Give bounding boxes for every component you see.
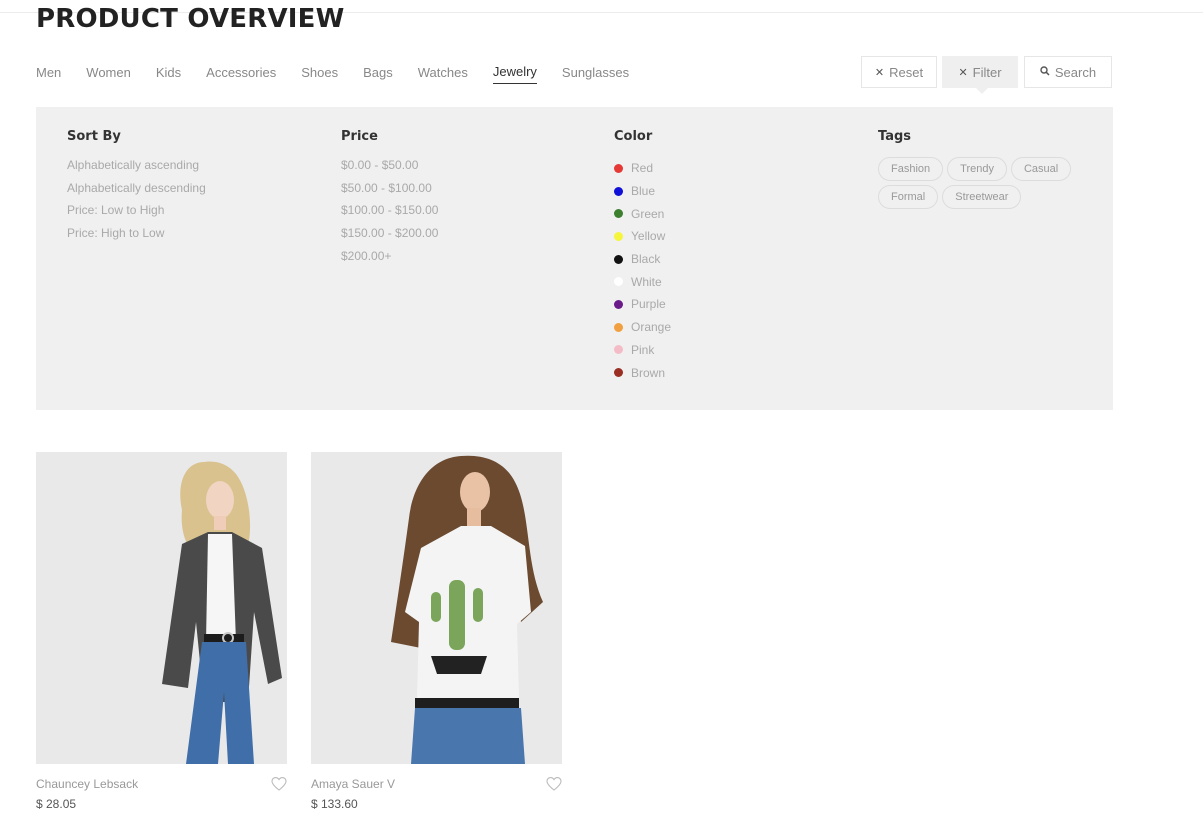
reset-button[interactable]: ✕ Reset — [861, 56, 937, 88]
price-option[interactable]: $100.00 - $150.00 — [341, 202, 438, 225]
color-option-orange[interactable]: Orange — [614, 316, 671, 339]
price-heading: Price — [341, 129, 378, 144]
color-option-black[interactable]: Black — [614, 248, 671, 271]
price-option[interactable]: $50.00 - $100.00 — [341, 180, 438, 203]
color-column: Color Red Blue Green Yellow Black White … — [614, 129, 671, 384]
category-kids[interactable]: Kids — [156, 64, 181, 84]
category-women[interactable]: Women — [86, 64, 131, 84]
color-swatch — [614, 186, 623, 196]
price-option[interactable]: $150.00 - $200.00 — [341, 225, 438, 248]
sort-column: Sort By Alphabetically ascending Alphabe… — [67, 129, 206, 248]
color-label: Blue — [631, 184, 656, 199]
color-label: Pink — [631, 342, 655, 357]
tag-list: Fashion Trendy Casual Formal Streetwear — [878, 157, 1098, 213]
product-price: $ 133.60 — [311, 797, 358, 811]
tag-trendy[interactable]: Trendy — [947, 157, 1007, 181]
color-swatch — [614, 368, 623, 378]
reset-label: Reset — [889, 64, 924, 80]
search-label: Search — [1054, 64, 1097, 80]
sort-option[interactable]: Alphabetically descending — [67, 180, 206, 203]
color-option-blue[interactable]: Blue — [614, 180, 671, 203]
color-label: Purple — [631, 297, 666, 312]
color-label: Yellow — [631, 229, 666, 244]
product-image[interactable] — [36, 452, 287, 764]
color-option-brown[interactable]: Brown — [614, 361, 671, 384]
product-name[interactable]: Amaya Sauer V — [311, 777, 395, 791]
color-label: Red — [631, 161, 654, 176]
sort-option[interactable]: Alphabetically ascending — [67, 157, 206, 180]
color-option-red[interactable]: Red — [614, 157, 671, 180]
color-swatch — [614, 322, 623, 332]
color-swatch — [614, 345, 623, 355]
color-swatch — [614, 299, 623, 309]
category-sunglasses[interactable]: Sunglasses — [562, 64, 629, 84]
heart-icon[interactable] — [546, 776, 562, 792]
color-option-purple[interactable]: Purple — [614, 293, 671, 316]
category-nav: Men Women Kids Accessories Shoes Bags Wa… — [36, 63, 654, 84]
heart-icon[interactable] — [271, 776, 287, 792]
category-accessories[interactable]: Accessories — [206, 64, 276, 84]
price-column: Price $0.00 - $50.00 $50.00 - $100.00 $1… — [341, 129, 438, 270]
filter-button[interactable]: ✕ Filter — [942, 56, 1018, 94]
color-swatch — [614, 209, 623, 219]
color-heading: Color — [614, 129, 653, 144]
category-jewelry[interactable]: Jewelry — [492, 63, 537, 84]
close-icon: ✕ — [958, 66, 968, 79]
color-label: White — [631, 274, 662, 289]
color-swatch — [614, 277, 623, 287]
tags-column: Tags Fashion Trendy Casual Formal Street… — [878, 129, 1098, 213]
color-option-yellow[interactable]: Yellow — [614, 225, 671, 248]
color-swatch — [614, 163, 623, 173]
color-option-pink[interactable]: Pink — [614, 339, 671, 362]
tag-fashion[interactable]: Fashion — [878, 157, 944, 181]
color-swatch — [614, 254, 623, 264]
tag-casual[interactable]: Casual — [1010, 157, 1072, 181]
category-bags[interactable]: Bags — [363, 64, 393, 84]
sort-option[interactable]: Price: Low to High — [67, 202, 206, 225]
color-option-white[interactable]: White — [614, 270, 671, 293]
close-icon: ✕ — [874, 66, 885, 79]
color-label: Black — [631, 252, 661, 267]
tag-streetwear[interactable]: Streetwear — [942, 185, 1022, 209]
price-option[interactable]: $200.00+ — [341, 248, 438, 271]
price-option[interactable]: $0.00 - $50.00 — [341, 157, 438, 180]
color-option-green[interactable]: Green — [614, 202, 671, 225]
product-name[interactable]: Chauncey Lebsack — [36, 777, 138, 791]
page-title: PRODUCT OVERVIEW — [36, 4, 345, 34]
tag-formal[interactable]: Formal — [878, 185, 939, 209]
search-button[interactable]: Search — [1024, 56, 1112, 88]
filter-label: Filter — [972, 64, 1002, 80]
category-shoes[interactable]: Shoes — [301, 64, 338, 84]
product-info: Amaya Sauer V $ 133.60 — [311, 764, 562, 811]
product-image[interactable] — [311, 452, 562, 764]
filter-panel: Sort By Alphabetically ascending Alphabe… — [36, 107, 1113, 410]
product-info: Chauncey Lebsack $ 28.05 — [36, 764, 287, 811]
sort-option[interactable]: Price: High to Low — [67, 225, 206, 248]
category-watches[interactable]: Watches — [418, 64, 468, 84]
product-price: $ 28.05 — [36, 797, 77, 811]
product-card: Amaya Sauer V $ 133.60 — [311, 452, 562, 811]
search-icon — [1040, 65, 1050, 79]
sort-heading: Sort By — [67, 129, 121, 144]
product-card: Chauncey Lebsack $ 28.05 — [36, 452, 287, 811]
color-label: Brown — [631, 365, 666, 380]
color-label: Green — [631, 206, 665, 221]
color-label: Orange — [631, 320, 672, 335]
tags-heading: Tags — [878, 129, 912, 144]
action-bar: ✕ Reset ✕ Filter Search — [861, 56, 1112, 94]
category-men[interactable]: Men — [36, 64, 61, 84]
color-swatch — [614, 231, 623, 241]
